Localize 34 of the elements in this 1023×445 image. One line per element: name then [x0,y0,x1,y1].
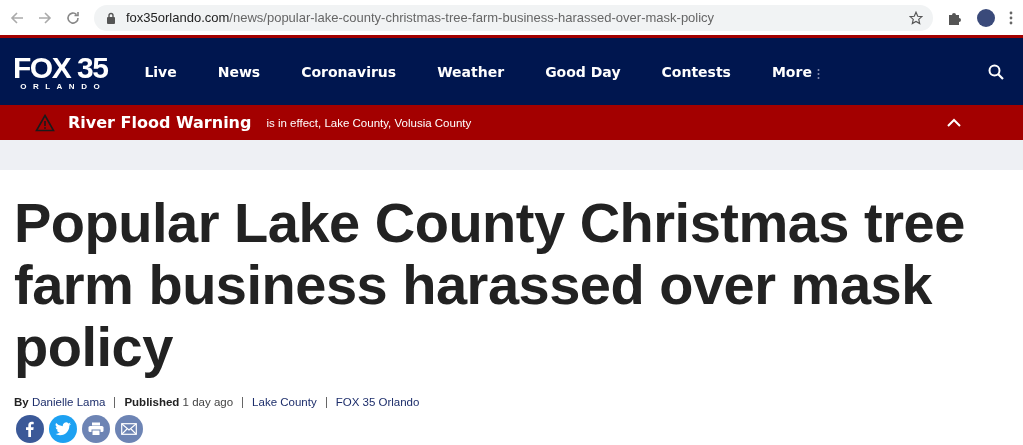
more-dots-icon [816,67,820,80]
address-bar[interactable]: fox35orlando.com/news/popular-lake-county-christmas-tree-farm-business-harassed-over-mask-policy [94,4,933,31]
author-link[interactable]: Danielle Lama [31,396,106,408]
author-byline: By Danielle Lama [14,396,106,408]
print-share-button[interactable] [82,415,110,443]
envelope-icon [121,423,137,435]
nav-link[interactable]: News [217,63,261,80]
facebook-share-button[interactable] [16,415,44,443]
nav-link[interactable]: Coronavirus [301,63,397,80]
tag-link[interactable]: Lake County [252,396,317,408]
bookmark-star-icon[interactable] [909,10,923,25]
search-icon[interactable] [988,63,1004,80]
alert-title[interactable]: River Flood Warning [68,113,252,132]
facebook-icon [23,421,37,437]
nav-link[interactable]: Live [144,63,177,80]
nav-link[interactable]: Weather [437,63,505,80]
publish-date: Published 1 day ago [124,396,234,408]
alert-text: is in effect, Lake County, Volusia County [266,116,473,129]
lock-icon [106,11,116,24]
nav-link[interactable]: Good Day [545,63,621,80]
site-logo[interactable]: FOX 35 ORLANDO [13,52,108,91]
nav-link[interactable]: Contests [661,63,731,80]
printer-icon [88,422,104,436]
profile-avatar[interactable] [977,8,995,27]
tag-link[interactable]: FOX 35 Orlando [335,396,420,408]
bird-icon [55,422,71,436]
twitter-share-button[interactable] [49,415,77,443]
email-share-button[interactable] [115,415,143,443]
more-menu[interactable]: More [771,63,820,80]
chevron-icon[interactable] [947,118,961,127]
menu-icon[interactable] [1009,10,1013,25]
warning-icon [35,113,55,132]
article-headline: Popular Lake County Christmas tree farm business harassed over mask policy [14,192,966,378]
reload-icon[interactable] [66,10,80,25]
